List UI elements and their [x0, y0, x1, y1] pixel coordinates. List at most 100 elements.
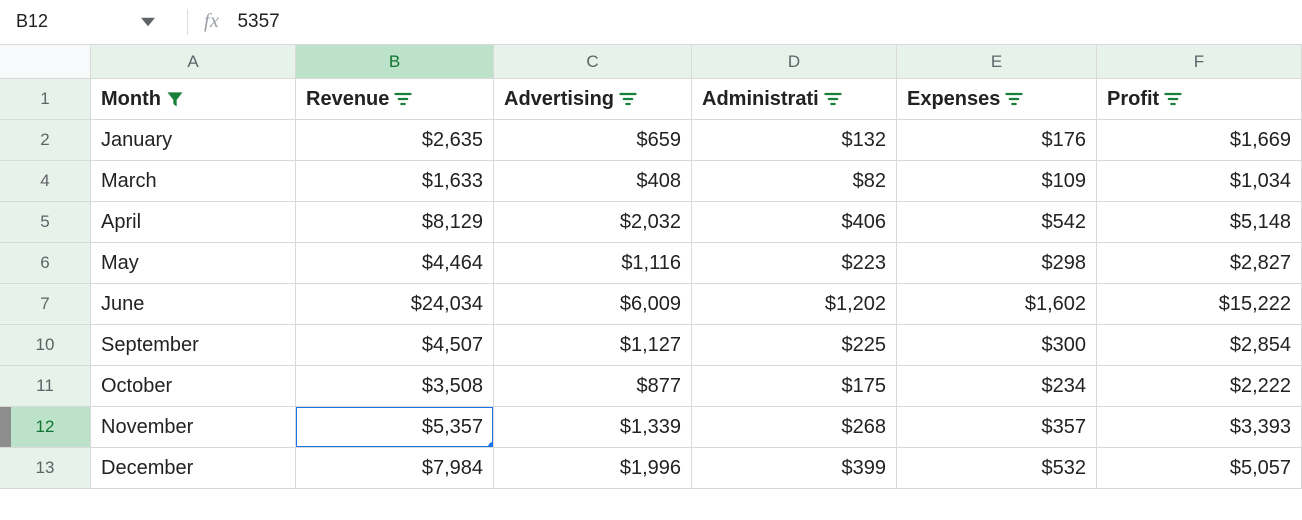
- cell-A11[interactable]: October: [91, 366, 296, 407]
- row-header[interactable]: 10: [0, 325, 91, 366]
- row-header[interactable]: 4: [0, 161, 91, 202]
- cell-C13[interactable]: $1,996: [494, 448, 692, 489]
- cell-E2[interactable]: $176: [897, 120, 1097, 161]
- table-row: 12November$5,357$1,339$268$357$3,393: [0, 407, 1302, 448]
- row-header[interactable]: 1: [0, 79, 91, 120]
- cell-E5[interactable]: $542: [897, 202, 1097, 243]
- row-header[interactable]: 6: [0, 243, 91, 284]
- cell-F12[interactable]: $3,393: [1097, 407, 1302, 448]
- row-header[interactable]: 13: [0, 448, 91, 489]
- cell-B10[interactable]: $4,507: [296, 325, 494, 366]
- header-cell-administrati[interactable]: Administrati: [692, 79, 897, 120]
- column-header-F[interactable]: F: [1097, 45, 1302, 79]
- header-label: Profit: [1107, 88, 1159, 111]
- cell-A13[interactable]: December: [91, 448, 296, 489]
- cell-C11[interactable]: $877: [494, 366, 692, 407]
- cell-D7[interactable]: $1,202: [692, 284, 897, 325]
- table-row: 13December$7,984$1,996$399$532$5,057: [0, 448, 1302, 489]
- cell-A12[interactable]: November: [91, 407, 296, 448]
- filter-icon[interactable]: [618, 89, 638, 109]
- cell-D13[interactable]: $399: [692, 448, 897, 489]
- header-label: Advertising: [504, 88, 614, 111]
- cell-B13[interactable]: $7,984: [296, 448, 494, 489]
- cell-F2[interactable]: $1,669: [1097, 120, 1302, 161]
- cell-F10[interactable]: $2,854: [1097, 325, 1302, 366]
- header-label: Administrati: [702, 88, 819, 111]
- cell-B2[interactable]: $2,635: [296, 120, 494, 161]
- row-header[interactable]: 12: [0, 407, 91, 448]
- filter-icon[interactable]: [393, 89, 413, 109]
- cell-E6[interactable]: $298: [897, 243, 1097, 284]
- select-all-corner[interactable]: [0, 45, 91, 79]
- cell-C7[interactable]: $6,009: [494, 284, 692, 325]
- header-cell-month[interactable]: Month: [91, 79, 296, 120]
- cell-B7[interactable]: $24,034: [296, 284, 494, 325]
- cell-B5[interactable]: $8,129: [296, 202, 494, 243]
- fx-label: fx: [204, 10, 219, 33]
- filter-icon[interactable]: [823, 89, 843, 109]
- cell-D5[interactable]: $406: [692, 202, 897, 243]
- cell-B4[interactable]: $1,633: [296, 161, 494, 202]
- formula-bar: B12 fx 5357: [0, 0, 1302, 44]
- cell-E4[interactable]: $109: [897, 161, 1097, 202]
- header-cell-expenses[interactable]: Expenses: [897, 79, 1097, 120]
- table-row: 10September$4,507$1,127$225$300$2,854: [0, 325, 1302, 366]
- formula-bar-divider: [187, 9, 188, 35]
- column-header-B[interactable]: B: [296, 45, 494, 79]
- cell-E7[interactable]: $1,602: [897, 284, 1097, 325]
- name-box-dropdown-icon[interactable]: [141, 15, 167, 29]
- formula-input[interactable]: 5357: [237, 11, 1302, 33]
- cell-E12[interactable]: $357: [897, 407, 1097, 448]
- cell-A5[interactable]: April: [91, 202, 296, 243]
- cell-F6[interactable]: $2,827: [1097, 243, 1302, 284]
- cell-A7[interactable]: June: [91, 284, 296, 325]
- header-cell-revenue[interactable]: Revenue: [296, 79, 494, 120]
- column-headers-row: ABCDEF: [0, 45, 1302, 79]
- cell-A2[interactable]: January: [91, 120, 296, 161]
- cell-D10[interactable]: $225: [692, 325, 897, 366]
- header-cell-profit[interactable]: Profit: [1097, 79, 1302, 120]
- rows-container: 1Month Revenue Advertising Administrati Expe…: [0, 79, 1302, 489]
- cell-F13[interactable]: $5,057: [1097, 448, 1302, 489]
- filter-icon[interactable]: [1163, 89, 1183, 109]
- cell-C10[interactable]: $1,127: [494, 325, 692, 366]
- name-box[interactable]: B12: [6, 0, 171, 43]
- cell-F11[interactable]: $2,222: [1097, 366, 1302, 407]
- header-label: Revenue: [306, 88, 389, 111]
- column-header-A[interactable]: A: [91, 45, 296, 79]
- cell-D2[interactable]: $132: [692, 120, 897, 161]
- cell-C2[interactable]: $659: [494, 120, 692, 161]
- header-cell-advertising[interactable]: Advertising: [494, 79, 692, 120]
- cell-F7[interactable]: $15,222: [1097, 284, 1302, 325]
- cell-A10[interactable]: September: [91, 325, 296, 366]
- filter-icon[interactable]: [1004, 89, 1024, 109]
- row-header[interactable]: 7: [0, 284, 91, 325]
- cell-E11[interactable]: $234: [897, 366, 1097, 407]
- cell-F4[interactable]: $1,034: [1097, 161, 1302, 202]
- cell-E13[interactable]: $532: [897, 448, 1097, 489]
- row-header[interactable]: 5: [0, 202, 91, 243]
- cell-D11[interactable]: $175: [692, 366, 897, 407]
- column-header-E[interactable]: E: [897, 45, 1097, 79]
- cell-B11[interactable]: $3,508: [296, 366, 494, 407]
- row-header[interactable]: 2: [0, 120, 91, 161]
- cell-E10[interactable]: $300: [897, 325, 1097, 366]
- cell-F5[interactable]: $5,148: [1097, 202, 1302, 243]
- cell-C6[interactable]: $1,116: [494, 243, 692, 284]
- cell-B12[interactable]: $5,357: [296, 407, 494, 448]
- cell-D4[interactable]: $82: [692, 161, 897, 202]
- cell-C5[interactable]: $2,032: [494, 202, 692, 243]
- cell-B6[interactable]: $4,464: [296, 243, 494, 284]
- row-header[interactable]: 11: [0, 366, 91, 407]
- cell-A6[interactable]: May: [91, 243, 296, 284]
- column-header-C[interactable]: C: [494, 45, 692, 79]
- spreadsheet-grid: ABCDEF 1Month Revenue Advertising Administr…: [0, 44, 1302, 489]
- cell-C12[interactable]: $1,339: [494, 407, 692, 448]
- cell-A4[interactable]: March: [91, 161, 296, 202]
- column-header-D[interactable]: D: [692, 45, 897, 79]
- filter-active-icon[interactable]: [165, 89, 185, 109]
- cell-C4[interactable]: $408: [494, 161, 692, 202]
- cell-D6[interactable]: $223: [692, 243, 897, 284]
- table-row: 6May$4,464$1,116$223$298$2,827: [0, 243, 1302, 284]
- cell-D12[interactable]: $268: [692, 407, 897, 448]
